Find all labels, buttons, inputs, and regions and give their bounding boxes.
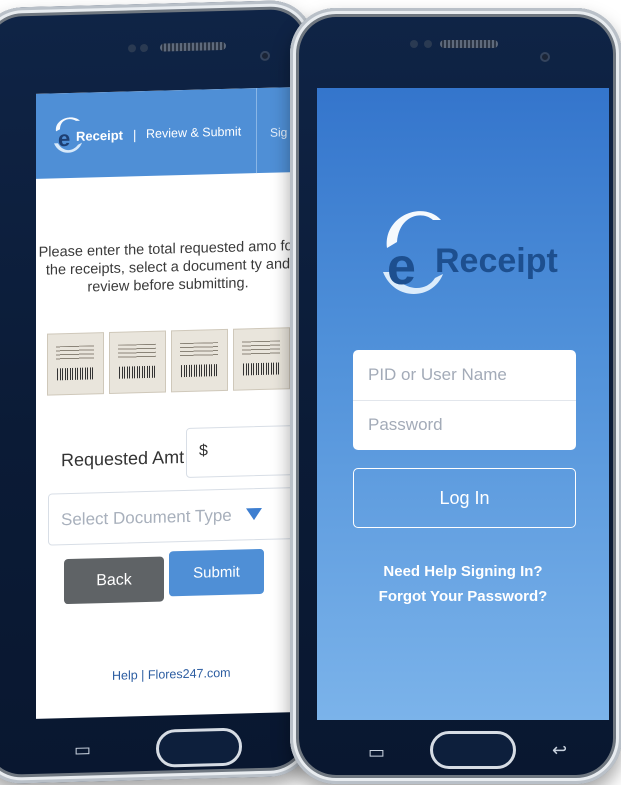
currency-symbol: $ — [199, 442, 208, 460]
left-phone: e Receipt | Review & Submit Sig Please e… — [0, 0, 314, 785]
recent-apps-icon[interactable]: ▭ — [368, 743, 385, 761]
document-type-placeholder: Select Document Type — [61, 505, 232, 530]
requested-amount-label: Requested Amt — [61, 447, 185, 471]
header-divider — [256, 88, 257, 174]
review-submit-screen: e Receipt | Review & Submit Sig Please e… — [36, 86, 300, 719]
earpiece-speaker — [160, 41, 226, 52]
receipt-thumbnail[interactable] — [48, 333, 103, 395]
proximity-sensor — [128, 44, 136, 53]
home-button[interactable] — [430, 731, 516, 769]
receipt-thumbnail[interactable] — [234, 328, 289, 390]
document-type-select[interactable]: Select Document Type — [48, 486, 300, 546]
help-signing-in-link[interactable]: Need Help Signing In? — [317, 563, 609, 580]
username-placeholder: PID or User Name — [368, 365, 507, 384]
submit-button[interactable]: Submit — [169, 548, 264, 597]
back-button[interactable]: Back — [64, 556, 164, 605]
right-phone: e Receipt PID or User Name Password Log … — [290, 8, 621, 784]
login-form: PID or User Name Password — [353, 350, 576, 450]
brand-name: Receipt — [435, 242, 558, 280]
receipt-thumbnail[interactable] — [110, 331, 165, 393]
proximity-sensor — [410, 40, 418, 48]
sign-out-link[interactable]: Sig — [270, 125, 287, 139]
header-separator: | — [133, 127, 137, 143]
earpiece-speaker — [440, 40, 498, 48]
forgot-password-link[interactable]: Forgot Your Password? — [317, 588, 609, 605]
brand-name: Receipt — [76, 127, 123, 144]
recent-apps-icon[interactable]: ▭ — [74, 739, 91, 759]
username-input[interactable]: PID or User Name — [353, 350, 576, 401]
receipt-thumbnails — [48, 328, 300, 397]
svg-text:e: e — [58, 126, 70, 151]
page-title: Review & Submit — [146, 124, 242, 141]
front-camera — [540, 52, 550, 62]
password-input[interactable]: Password — [353, 400, 576, 450]
requested-amount-input[interactable]: $ — [186, 424, 300, 478]
ereceipt-logo: e Receipt — [377, 198, 558, 313]
svg-text:e: e — [387, 238, 416, 296]
home-button[interactable] — [156, 727, 242, 768]
login-screen: e Receipt PID or User Name Password Log … — [317, 88, 609, 720]
app-header: e Receipt | Review & Submit Sig — [36, 86, 300, 179]
back-nav-icon[interactable]: ↩ — [552, 741, 567, 759]
receipt-thumbnail[interactable] — [172, 329, 227, 392]
footer-links[interactable]: Help | Flores247.com — [112, 666, 231, 683]
password-placeholder: Password — [368, 415, 443, 434]
instructions-text: Please enter the total requested amo for… — [38, 238, 298, 296]
light-sensor — [424, 40, 432, 48]
login-button[interactable]: Log In — [353, 468, 576, 528]
light-sensor — [140, 43, 148, 53]
front-camera — [260, 50, 270, 62]
dropdown-arrow-icon — [246, 507, 262, 521]
